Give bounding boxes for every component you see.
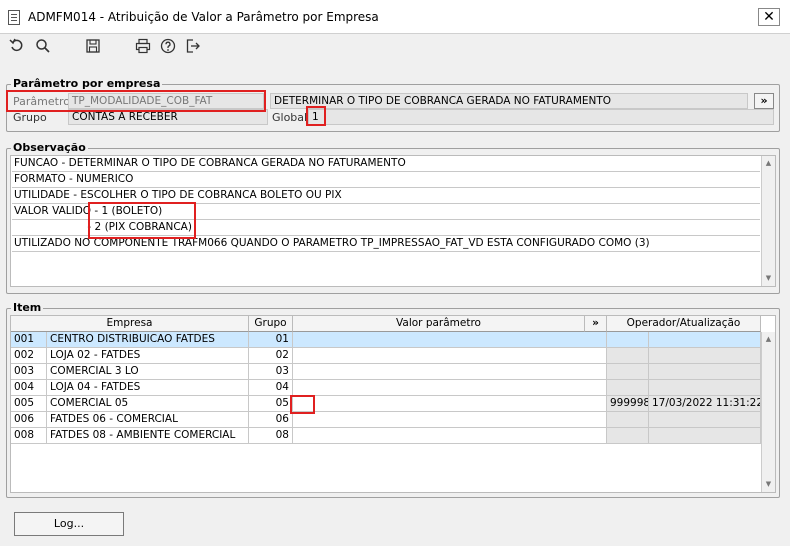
highlight-box xyxy=(6,90,266,112)
global-label: Global xyxy=(272,111,308,124)
cell-codigo: 004 xyxy=(11,380,47,396)
cell-valor[interactable] xyxy=(293,332,607,348)
save-icon[interactable] xyxy=(82,38,104,60)
cell-valor[interactable] xyxy=(293,396,607,412)
cell-valor[interactable] xyxy=(293,364,607,380)
exit-icon[interactable] xyxy=(182,38,204,60)
table-row[interactable]: 003 COMERCIAL 3 LO 03 xyxy=(11,364,761,380)
header-empresa[interactable]: Empresa xyxy=(11,316,249,332)
cell-valor[interactable] xyxy=(293,348,607,364)
more-button[interactable]: » xyxy=(754,93,774,109)
observacao-group-title: Observação xyxy=(11,141,88,154)
table-row[interactable]: 004 LOJA 04 - FATDES 04 xyxy=(11,380,761,396)
cell-grupo: 03 xyxy=(249,364,293,380)
highlight-box xyxy=(306,106,326,126)
cell-codigo: 002 xyxy=(11,348,47,364)
cell-valor[interactable] xyxy=(293,412,607,428)
search-icon[interactable] xyxy=(32,38,54,60)
item-grid: Empresa Grupo Valor parâmetro » Operador… xyxy=(10,315,776,493)
cell-grupo: 08 xyxy=(249,428,293,444)
cell-empresa: LOJA 02 - FATDES xyxy=(47,348,249,364)
cell-operador xyxy=(607,412,649,428)
cell-operador xyxy=(607,348,649,364)
cell-empresa: FATDES 06 - COMERCIAL xyxy=(47,412,249,428)
cell-data xyxy=(649,364,761,380)
close-button[interactable]: ✕ xyxy=(758,8,780,26)
param-description: DETERMINAR O TIPO DE COBRANCA GERADA NO … xyxy=(270,93,748,109)
cell-data xyxy=(649,428,761,444)
undo-icon[interactable] xyxy=(6,38,28,60)
cell-grupo: 02 xyxy=(249,348,293,364)
scroll-down-icon[interactable]: ▼ xyxy=(762,477,775,491)
header-valor[interactable]: Valor parâmetro xyxy=(293,316,585,332)
header-grupo[interactable]: Grupo xyxy=(249,316,293,332)
scroll-up-icon[interactable]: ▲ xyxy=(762,332,775,346)
cell-operador xyxy=(607,332,649,348)
cell-empresa: COMERCIAL 3 LO xyxy=(47,364,249,380)
table-row[interactable]: 001 CENTRO DISTRIBUICAO FATDES 01 xyxy=(11,332,761,348)
observacao-line: FORMATO - NUMERICO xyxy=(12,172,760,188)
document-icon xyxy=(8,10,20,25)
cell-valor[interactable] xyxy=(293,428,607,444)
highlight-box xyxy=(88,202,196,239)
cell-grupo: 05 xyxy=(249,396,293,412)
title-bar: ADMFM014 - Atribuição de Valor a Parâmet… xyxy=(0,0,790,34)
cell-empresa: CENTRO DISTRIBUICAO FATDES xyxy=(47,332,249,348)
observacao-line: FUNCAO - DETERMINAR O TIPO DE COBRANCA G… xyxy=(12,156,760,172)
cell-codigo: 001 xyxy=(11,332,47,348)
scroll-down-icon[interactable]: ▼ xyxy=(762,271,775,285)
cell-codigo: 003 xyxy=(11,364,47,380)
global-field[interactable]: 1 xyxy=(308,109,774,125)
cell-codigo: 008 xyxy=(11,428,47,444)
toolbar xyxy=(0,34,790,64)
cell-operador xyxy=(607,380,649,396)
cell-empresa: COMERCIAL 05 xyxy=(47,396,249,412)
cell-grupo: 06 xyxy=(249,412,293,428)
log-button[interactable]: Log... xyxy=(14,512,124,536)
print-icon[interactable] xyxy=(132,38,154,60)
cell-data xyxy=(649,332,761,348)
cell-data xyxy=(649,348,761,364)
cell-operador: 999998 xyxy=(607,396,649,412)
cell-data xyxy=(649,412,761,428)
cell-data xyxy=(649,380,761,396)
table-row[interactable]: 008 FATDES 08 - AMBIENTE COMERCIAL 08 xyxy=(11,428,761,444)
cell-codigo: 006 xyxy=(11,412,47,428)
help-icon[interactable] xyxy=(157,38,179,60)
header-operador[interactable]: Operador/Atualização xyxy=(607,316,761,332)
window-title: ADMFM014 - Atribuição de Valor a Parâmet… xyxy=(28,10,379,24)
cell-valor[interactable] xyxy=(293,380,607,396)
cell-operador xyxy=(607,428,649,444)
table-row[interactable]: 006 FATDES 06 - COMERCIAL 06 xyxy=(11,412,761,428)
cell-grupo: 04 xyxy=(249,380,293,396)
cell-empresa: LOJA 04 - FATDES xyxy=(47,380,249,396)
observacao-scrollbar[interactable]: ▲ ▼ xyxy=(761,156,775,286)
item-scrollbar[interactable]: ▲ ▼ xyxy=(761,332,775,492)
cell-empresa: FATDES 08 - AMBIENTE COMERCIAL xyxy=(47,428,249,444)
highlight-box xyxy=(290,395,315,414)
scroll-up-icon[interactable]: ▲ xyxy=(762,156,775,170)
group-label: Grupo xyxy=(13,111,47,124)
header-more-button[interactable]: » xyxy=(585,316,607,332)
cell-codigo: 005 xyxy=(11,396,47,412)
cell-grupo: 01 xyxy=(249,332,293,348)
cell-operador xyxy=(607,364,649,380)
table-row[interactable]: 005 COMERCIAL 05 05 999998 17/03/2022 11:31:… xyxy=(11,396,761,412)
table-row[interactable]: 002 LOJA 02 - FATDES 02 xyxy=(11,348,761,364)
item-group-title: Item xyxy=(11,301,44,314)
param-group-title: Parâmetro por empresa xyxy=(11,77,163,90)
cell-data: 17/03/2022 11:31:22 xyxy=(649,396,761,412)
